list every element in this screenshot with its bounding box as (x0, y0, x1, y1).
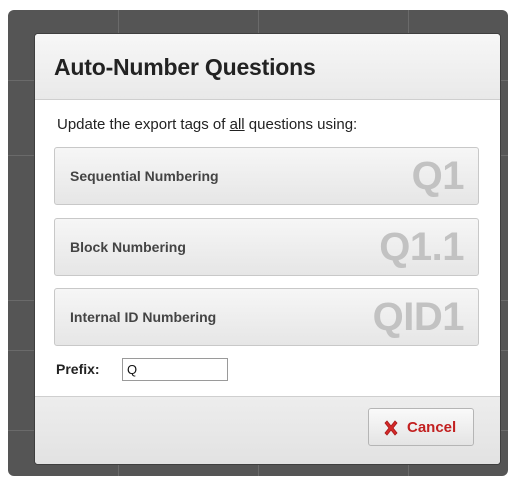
option-tag: Q1.1 (379, 225, 464, 269)
prefix-label: Prefix: (56, 361, 100, 377)
internal-id-numbering-button[interactable]: Internal ID Numbering QID1 (54, 288, 479, 346)
option-tag: Q1 (411, 154, 465, 198)
block-numbering-button[interactable]: Block Numbering Q1.1 (54, 218, 479, 276)
instruction-text: Update the export tags of all questions … (57, 116, 357, 133)
option-label: Internal ID Numbering (70, 309, 217, 325)
sequential-numbering-button[interactable]: Sequential Numbering Q1 (54, 147, 479, 205)
cancel-button[interactable]: Cancel (368, 408, 474, 446)
prefix-input[interactable] (122, 358, 228, 381)
dialog-header: Auto-Number Questions (35, 34, 500, 100)
dialog-footer: Cancel (35, 396, 500, 464)
dialog-title: Auto-Number Questions (54, 54, 316, 80)
auto-number-dialog: Auto-Number Questions Update the export … (35, 34, 500, 464)
x-icon (384, 420, 398, 436)
instruction-emphasis: all (229, 116, 245, 133)
option-label: Sequential Numbering (70, 168, 219, 184)
page-backdrop: Auto-Number Questions Update the export … (0, 0, 515, 478)
option-label: Block Numbering (70, 239, 186, 255)
instruction-before: Update the export tags of (57, 116, 230, 133)
instruction-after: questions using: (244, 116, 358, 133)
dialog-body: Update the export tags of all questions … (35, 100, 500, 396)
option-tag: QID1 (372, 295, 465, 339)
cancel-label: Cancel (407, 419, 457, 436)
